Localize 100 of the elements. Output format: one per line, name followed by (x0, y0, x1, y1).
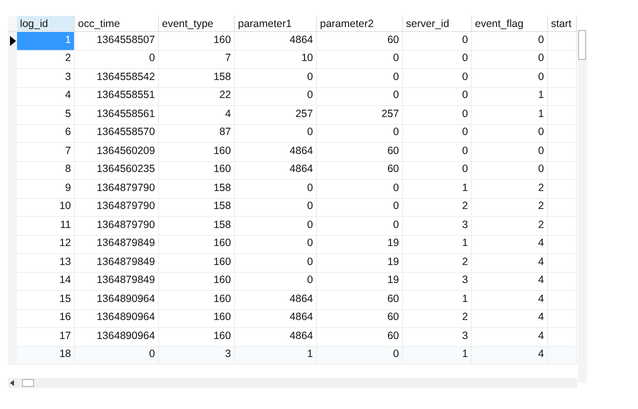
table-row[interactable]: 4 1364558551 22 0 0 0 1 (8, 88, 577, 106)
table-cell: 4864 (235, 162, 317, 179)
table-cell: 0 (403, 88, 472, 105)
table-cell: 1 (403, 291, 472, 308)
table-cell: 0 (403, 143, 472, 160)
table-cell: 60 (317, 32, 403, 50)
table-cell: 160 (159, 162, 235, 179)
row-pointer-icon (10, 36, 16, 46)
selected-cell: 1 (17, 32, 75, 50)
table-cell: 17 (17, 328, 75, 346)
table-cell: 1364890964 (75, 291, 159, 308)
column-header[interactable]: start (548, 16, 577, 31)
table-row[interactable]: 9 1364879790 158 0 0 1 2 (8, 180, 577, 198)
table-cell: 4 (472, 272, 548, 290)
column-header[interactable]: server_id (403, 16, 472, 31)
table-row[interactable]: 3 1364558542 158 0 0 0 0 (8, 69, 577, 88)
table-row[interactable]: 17 1364890964 160 4864 60 3 4 (8, 328, 577, 346)
column-header[interactable]: event_flag (472, 16, 548, 31)
table-row[interactable]: 13 1364879849 160 0 19 2 4 (8, 254, 577, 272)
table-cell: 0 (472, 124, 548, 142)
table-cell: 0 (403, 106, 472, 124)
table-cell: 160 (159, 272, 235, 290)
table-row[interactable]: 16 1364890964 160 4864 60 2 4 (8, 310, 577, 328)
table-cell: 14 (17, 272, 75, 290)
table-cell: 160 (159, 254, 235, 272)
table-cell: 3 (403, 217, 472, 234)
table-cell: 3 (17, 69, 75, 86)
table-cell: 2 (472, 198, 548, 216)
table-row[interactable]: 8 1364560235 160 4864 60 0 0 (8, 162, 577, 180)
table-cell: 60 (317, 328, 403, 346)
scroll-left-icon[interactable] (10, 380, 14, 386)
table-cell: 1364890964 (75, 310, 159, 327)
table-cell: 160 (159, 328, 235, 346)
table-row[interactable]: 5 1364558561 4 257 257 0 1 (8, 106, 577, 124)
table-cell: 1364558561 (75, 106, 159, 124)
table-cell: 1364558551 (75, 88, 159, 105)
table-cell: 0 (317, 88, 403, 105)
table-cell: 0 (235, 217, 317, 234)
table-row[interactable]: 18 0 3 1 0 1 4 (8, 346, 577, 365)
vertical-scrollbar-thumb[interactable] (578, 30, 586, 60)
table-row[interactable]: 12 1364879849 160 0 19 1 4 (8, 236, 577, 254)
table-cell: 87 (159, 124, 235, 142)
table-cell: 0 (235, 254, 317, 272)
column-header[interactable]: occ_time (75, 16, 159, 31)
table-cell: 160 (159, 143, 235, 160)
table-cell: 2 (472, 217, 548, 234)
table-cell: 19 (317, 236, 403, 253)
table-cell: 4 (472, 254, 548, 272)
table-row[interactable]: 7 1364560209 160 4864 60 0 0 (8, 143, 577, 162)
column-header[interactable]: event_type (159, 16, 235, 31)
table-cell: 12 (17, 236, 75, 253)
table-cell: 0 (403, 69, 472, 86)
table-row[interactable]: 6 1364558570 87 0 0 0 0 (8, 124, 577, 143)
table-cell: 4 (472, 291, 548, 308)
table-cell: 8 (17, 162, 75, 179)
vertical-scrollbar[interactable] (578, 30, 587, 383)
table-cell: 10 (17, 198, 75, 216)
table-row[interactable]: 2 0 7 10 0 0 0 (8, 50, 577, 69)
table-cell: 4 (472, 310, 548, 327)
table-row[interactable]: 1 1364558507 160 4864 60 0 0 (8, 32, 577, 50)
table-cell: 2 (403, 310, 472, 327)
table-cell: 15 (17, 291, 75, 308)
table-cell: 60 (317, 162, 403, 179)
table-cell: 0 (235, 88, 317, 105)
table-cell: 0 (235, 124, 317, 142)
table-cell: 3 (159, 346, 235, 364)
table-cell: 4 (17, 88, 75, 105)
table-cell: 0 (235, 69, 317, 86)
table-cell: 1 (235, 346, 317, 364)
column-header[interactable]: log_id (17, 16, 75, 31)
table-cell: 1364558570 (75, 124, 159, 142)
table-row[interactable]: 15 1364890964 160 4864 60 1 4 (8, 291, 577, 310)
table-cell: 3 (403, 272, 472, 290)
horizontal-scrollbar-thumb[interactable] (22, 379, 34, 387)
table-row[interactable]: 10 1364879790 158 0 0 2 2 (8, 198, 577, 217)
table-cell: 3 (403, 328, 472, 346)
table-cell: 19 (317, 272, 403, 290)
table-cell: 5 (17, 106, 75, 124)
table-cell: 1 (403, 346, 472, 364)
table-cell: 16 (17, 310, 75, 327)
table-cell: 0 (472, 162, 548, 179)
table-cell: 18 (17, 346, 75, 364)
table-row[interactable]: 14 1364879849 160 0 19 3 4 (8, 272, 577, 291)
table-cell: 1364879790 (75, 217, 159, 234)
table-cell: 0 (317, 346, 403, 364)
table-cell: 0 (472, 50, 548, 68)
table-cell: 4 (159, 106, 235, 124)
table-cell: 160 (159, 32, 235, 50)
table-cell: 257 (317, 106, 403, 124)
table-cell: 0 (317, 198, 403, 216)
table-cell: 0 (235, 180, 317, 198)
row-header[interactable] (8, 32, 17, 50)
table-cell: 158 (159, 180, 235, 198)
table-cell: 11 (17, 217, 75, 234)
table-cell: 60 (317, 291, 403, 308)
table-cell: 1364879849 (75, 236, 159, 253)
table-row[interactable]: 11 1364879790 158 0 0 3 2 (8, 217, 577, 236)
table-cell: 9 (17, 180, 75, 198)
horizontal-scrollbar[interactable] (8, 378, 577, 388)
table-cell: 158 (159, 198, 235, 216)
